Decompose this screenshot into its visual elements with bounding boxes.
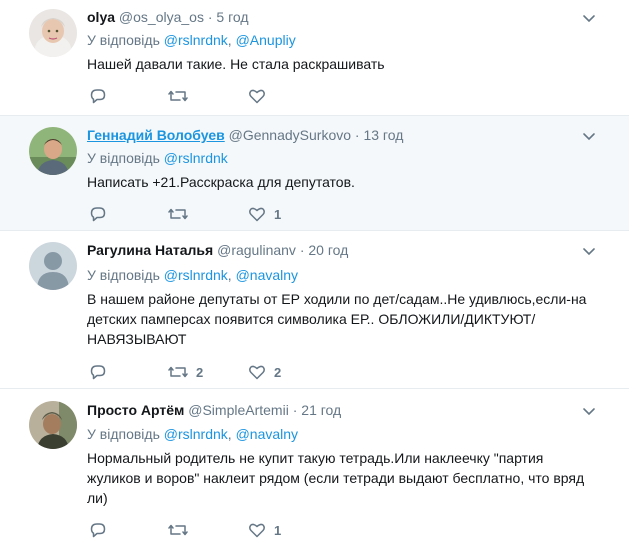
reply-prefix: У відповідь <box>87 267 160 283</box>
caret-down-icon[interactable] <box>581 403 597 419</box>
tweet[interactable]: Просто Артём @SimpleArtemii · 21 год У в… <box>0 389 629 548</box>
like-button[interactable]: 1 <box>248 520 281 540</box>
retweet-icon <box>168 90 188 102</box>
tweet-header: olya @os_olya_os · 5 год <box>87 8 249 26</box>
reply-context: У відповідь @rslnrdnk, @Anupliy <box>87 31 296 49</box>
author-handle[interactable]: @ragulinanv <box>217 242 296 258</box>
separator: · <box>354 127 360 143</box>
text-line: В нашем районе депутаты от ЕР ходили по … <box>87 291 587 307</box>
mention-separator: , <box>227 32 232 48</box>
timestamp[interactable]: 21 год <box>301 402 341 418</box>
reply-icon <box>90 207 106 222</box>
caret-down-icon[interactable] <box>581 128 597 144</box>
tweet[interactable]: Геннадий Волобуев @GennadySurkovo · 13 г… <box>0 116 629 231</box>
text-line: Нормальный родитель не купит такую тетра… <box>87 450 544 466</box>
author-name[interactable]: olya <box>87 9 115 25</box>
separator: · <box>292 402 298 418</box>
reply-icon <box>90 89 106 104</box>
avatar[interactable] <box>29 9 77 57</box>
mention-link[interactable]: @navalny <box>236 426 298 442</box>
avatar[interactable] <box>29 401 77 449</box>
reply-prefix: У відповідь <box>87 32 160 48</box>
avatar[interactable] <box>29 242 77 290</box>
like-icon <box>249 365 265 380</box>
reply-context: У відповідь @rslnrdnk <box>87 149 228 167</box>
retweet-count: 2 <box>196 364 204 380</box>
reply-button[interactable] <box>89 86 107 106</box>
tweet-text: В нашем районе депутаты от ЕР ходили по … <box>87 289 617 349</box>
mention-link[interactable]: @rslnrdnk <box>164 32 228 48</box>
text-line: НАВЯЗЫВАЮТ <box>87 331 187 347</box>
reply-button[interactable] <box>89 204 107 224</box>
reply-button[interactable] <box>89 520 107 540</box>
author-handle[interactable]: @GennadySurkovo <box>229 127 351 143</box>
text-line: детских памперсах появится символика ЕР.… <box>87 311 536 327</box>
mention-separator: , <box>227 267 232 283</box>
mention-separator: , <box>227 426 232 442</box>
mention-link[interactable]: @Anupliy <box>236 32 296 48</box>
like-icon <box>249 207 265 222</box>
tweet-feed: olya @os_olya_os · 5 год У відповідь @rs… <box>0 0 629 548</box>
tweet-header: Просто Артём @SimpleArtemii · 21 год <box>87 401 341 419</box>
tweet[interactable]: olya @os_olya_os · 5 год У відповідь @rs… <box>0 0 629 116</box>
mention-link[interactable]: @rslnrdnk <box>164 150 228 166</box>
retweet-button[interactable] <box>168 204 196 224</box>
reply-icon <box>90 365 106 380</box>
retweet-button[interactable] <box>168 520 196 540</box>
like-button[interactable]: 2 <box>248 362 281 382</box>
retweet-icon <box>168 208 188 220</box>
caret-down-icon[interactable] <box>581 10 597 26</box>
tweet-header: Геннадий Волобуев @GennadySurkovo · 13 г… <box>87 126 403 144</box>
timestamp[interactable]: 13 год <box>363 127 403 143</box>
reply-context: У відповідь @rslnrdnk, @navalny <box>87 425 298 443</box>
like-icon <box>249 89 265 104</box>
like-button[interactable] <box>248 86 274 106</box>
retweet-icon <box>168 366 188 378</box>
author-handle[interactable]: @os_olya_os <box>119 9 204 25</box>
retweet-button[interactable]: 2 <box>168 362 203 382</box>
retweet-icon <box>168 524 188 536</box>
like-button[interactable]: 1 <box>248 204 281 224</box>
text-line: жуликов и воров" наклеит рядом (если тет… <box>87 470 585 486</box>
reply-prefix: У відповідь <box>87 150 160 166</box>
mention-link[interactable]: @navalny <box>236 267 298 283</box>
text-line: ли) <box>87 490 108 506</box>
caret-down-icon[interactable] <box>581 243 597 259</box>
tweet-header: Рагулина Наталья @ragulinanv · 20 год <box>87 241 348 259</box>
separator: · <box>299 242 305 258</box>
reply-context: У відповідь @rslnrdnk, @navalny <box>87 266 298 284</box>
mention-link[interactable]: @rslnrdnk <box>164 267 228 283</box>
timestamp[interactable]: 20 год <box>308 242 348 258</box>
reply-icon <box>90 523 106 538</box>
author-name[interactable]: Геннадий Волобуев <box>87 127 225 143</box>
like-count: 2 <box>274 364 282 380</box>
author-name[interactable]: Просто Артём <box>87 402 184 418</box>
tweet-text: Написать +21.Расскраска для депутатов. <box>87 174 355 190</box>
separator: · <box>207 9 213 25</box>
tweet[interactable]: Рагулина Наталья @ragulinanv · 20 год У … <box>0 231 629 389</box>
avatar[interactable] <box>29 127 77 175</box>
like-count: 1 <box>274 206 282 222</box>
retweet-button[interactable] <box>168 86 196 106</box>
tweet-text: Нашей давали такие. Не стала раскрашиват… <box>87 56 385 72</box>
tweet-text: Нормальный родитель не купит такую тетра… <box>87 448 607 508</box>
reply-button[interactable] <box>89 362 107 382</box>
author-handle[interactable]: @SimpleArtemii <box>188 402 289 418</box>
author-name[interactable]: Рагулина Наталья <box>87 242 213 258</box>
like-icon <box>249 523 265 538</box>
mention-link[interactable]: @rslnrdnk <box>164 426 228 442</box>
like-count: 1 <box>274 522 282 538</box>
reply-prefix: У відповідь <box>87 426 160 442</box>
timestamp[interactable]: 5 год <box>216 9 248 25</box>
